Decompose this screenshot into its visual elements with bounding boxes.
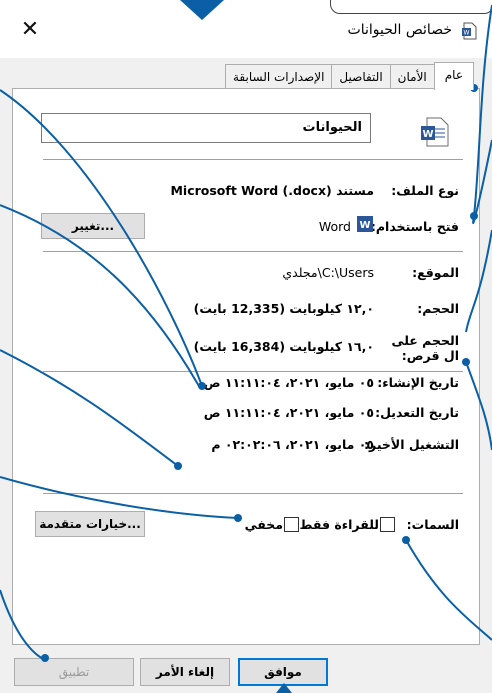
divider	[43, 159, 463, 160]
location-label: الموقع:	[412, 265, 459, 280]
window-title: خصائص الحيوانات	[347, 22, 452, 38]
readonly-label: للقراءة فقط	[299, 517, 379, 532]
hidden-label: مخفي	[244, 517, 283, 532]
file-type-label: نوع الملف:	[391, 183, 459, 198]
size-on-disk-label: الحجم على ال قرص:	[391, 333, 459, 363]
tab-details[interactable]: التفاصيل	[331, 64, 391, 89]
ok-button[interactable]: موافق	[238, 658, 328, 686]
divider	[43, 251, 463, 252]
svg-text:W: W	[422, 129, 433, 140]
title-bar: ✕ W خصائص الحيوانات	[0, 0, 492, 58]
close-button[interactable]: ✕	[18, 18, 42, 42]
general-panel: W الحيوانات نوع الملف: مستند Microsoft W…	[12, 88, 480, 645]
location-value: C:\Users\مجلدي	[282, 265, 374, 280]
readonly-checkbox[interactable]	[380, 517, 395, 532]
tab-security[interactable]: الأمان	[389, 64, 435, 89]
created-value: ٠٥ مايو، ٢٠٢١، ١١:١١:٠٤ ص	[203, 375, 374, 390]
properties-dialog: ✕ W خصائص الحيوانات عام الأمان التفاصيل …	[0, 0, 492, 693]
advanced-button[interactable]: خيارات متقدمة...	[35, 511, 145, 537]
opens-with-label: فتح باستخدام:	[370, 219, 459, 234]
divider	[43, 371, 463, 372]
size-label: الحجم:	[417, 301, 459, 316]
hidden-checkbox[interactable]	[284, 517, 299, 532]
size-value: ١٢,٠ كيلوبايت (12,335 بايت)	[193, 301, 374, 316]
accessed-label: التشغيل الأخير:	[364, 437, 459, 452]
divider	[43, 493, 463, 494]
decorative-frame	[330, 0, 492, 14]
word-app-icon: W	[357, 216, 373, 232]
file-type-value: مستند Microsoft Word (.docx)	[170, 183, 374, 198]
svg-text:W: W	[359, 220, 370, 231]
cancel-button[interactable]: إلغاء الأمر	[140, 658, 230, 686]
tab-previous-versions[interactable]: الإصدارات السابقة	[224, 64, 333, 89]
opens-with-value: Word	[318, 219, 351, 234]
tab-general[interactable]: عام	[433, 62, 474, 90]
size-on-disk-value: ١٦,٠ كيلوبايت (16,384 بايت)	[193, 339, 374, 354]
word-document-icon: W	[421, 117, 449, 147]
tab-strip: عام الأمان التفاصيل الإصدارات السابقة	[224, 62, 474, 90]
pointer-marker-icon	[180, 0, 224, 20]
change-button[interactable]: تغيير...	[41, 213, 145, 239]
attributes-label: السمات:	[406, 517, 459, 532]
modified-value: ٠٥ مايو، ٢٠٢١، ١١:١١:٠٤ ص	[203, 405, 374, 420]
file-name-field[interactable]: الحيوانات	[41, 113, 371, 143]
apply-button[interactable]: تطبيق	[14, 658, 134, 686]
accessed-value: ٠٥ مايو، ٢٠٢١، ٠٢:٠٢:٠٦ م	[211, 437, 374, 452]
document-icon: W	[462, 22, 477, 40]
created-label: تاريخ الإنشاء:	[377, 375, 459, 390]
svg-text:W: W	[464, 30, 470, 37]
modified-label: تاريخ التعديل:	[375, 405, 459, 420]
